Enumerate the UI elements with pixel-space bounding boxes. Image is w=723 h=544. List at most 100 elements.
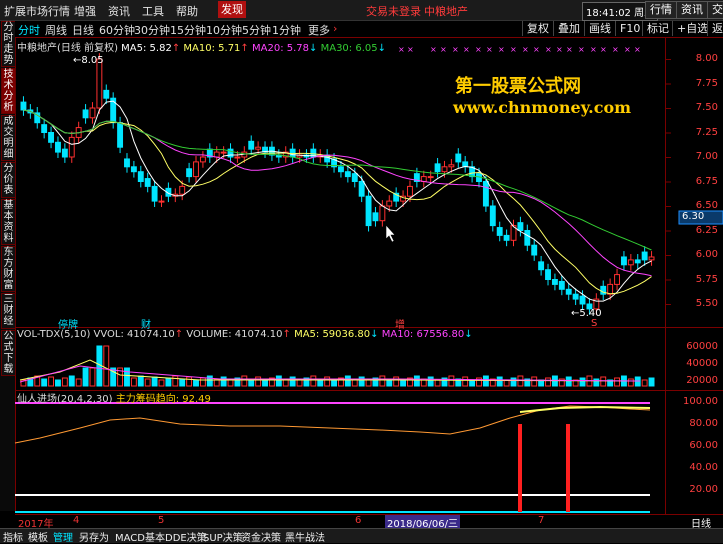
- candle-body: [524, 230, 531, 246]
- volume-bar: [545, 377, 551, 387]
- x-marker: ×: [634, 45, 641, 54]
- sell-signal-marker: S: [591, 318, 598, 329]
- candle-body: [213, 151, 220, 158]
- candle-body: [634, 259, 641, 264]
- x-marker: ×: [556, 45, 563, 54]
- x-marker: ×: [612, 45, 619, 54]
- candle-body: [572, 293, 579, 300]
- x-marker: ×: [440, 45, 447, 54]
- candle-body: [48, 132, 55, 143]
- volume-bar: [648, 377, 655, 387]
- volume-bar: [68, 375, 75, 387]
- indicator-legend: 仙人进场(20,4,2,30) 主力筹码趋向: 92.49: [17, 390, 211, 405]
- volume-bar: [275, 375, 282, 387]
- candle-body: [255, 146, 262, 150]
- volume-bar: [241, 375, 248, 387]
- x-marker: ×: [590, 45, 597, 54]
- candle-body: [55, 141, 61, 153]
- volume-bar: [89, 367, 96, 387]
- volume-bar: [220, 376, 227, 387]
- candle-body: [407, 185, 413, 197]
- price-tick-label: 6.50: [695, 200, 718, 211]
- indicator-bar: [566, 424, 570, 512]
- finance-marker[interactable]: 财: [141, 316, 151, 331]
- candle-body: [110, 97, 117, 124]
- candle-body: [441, 166, 448, 173]
- candle-body: [103, 89, 110, 99]
- x-marker: ×: [398, 45, 405, 54]
- candle-body: [517, 222, 524, 232]
- price-tick-label: 7.75: [695, 77, 718, 89]
- candle-body: [358, 181, 365, 197]
- watermark-title: 第一股票公式网: [455, 76, 581, 97]
- volume-bar: [124, 367, 130, 387]
- candle-body: [124, 158, 130, 168]
- volume-bar: [331, 379, 338, 387]
- indicator-bar: [518, 424, 522, 512]
- candle-body: [41, 124, 48, 134]
- candle-body: [503, 234, 510, 241]
- candle-body: [372, 212, 379, 222]
- candle-body: [455, 153, 462, 163]
- candle-body: [427, 176, 434, 179]
- volume-bar: [641, 379, 648, 387]
- volume-bar: [130, 377, 137, 387]
- candle-body: [365, 195, 372, 227]
- candle-body: [179, 185, 186, 195]
- ma10-value: MA10: 5.71: [183, 43, 241, 54]
- volume-bar: [496, 376, 503, 387]
- candle-body: [614, 274, 620, 285]
- volume-bar: [61, 377, 68, 387]
- volume-bar: [579, 377, 586, 387]
- candle-body: [61, 148, 68, 158]
- high-price-label: ←8.05: [73, 55, 104, 66]
- x-marker: ×: [578, 45, 585, 54]
- volume-bar: [427, 376, 434, 387]
- candle-body: [620, 256, 627, 266]
- x-marker: ×: [624, 45, 631, 54]
- x-marker: ×: [475, 45, 482, 54]
- volume-bar: [310, 375, 317, 387]
- indicator-tick-label: 60.00: [689, 440, 718, 451]
- candle-body: [545, 269, 551, 281]
- volume-bar: [365, 379, 372, 387]
- date-label: 4: [73, 515, 80, 526]
- volume-bar: [186, 376, 193, 387]
- candle-body: [538, 261, 545, 271]
- volume-bar: [255, 376, 262, 387]
- volume-bar: [634, 376, 641, 387]
- volume-bar: [137, 375, 144, 387]
- volume-bar: [158, 379, 165, 387]
- volume-bar: [462, 376, 469, 387]
- watermark-url: www.chnmoney.com: [453, 98, 632, 117]
- volume-bar: [393, 376, 400, 387]
- volume-bar: [593, 378, 600, 387]
- candle-body: [193, 161, 199, 178]
- kline-chart[interactable]: × × × × × × × × × × × × × × × × × × × × ×: [0, 0, 723, 542]
- volume-bar: [344, 375, 351, 387]
- increase-marker[interactable]: 增: [395, 316, 405, 331]
- candle-body: [96, 58, 103, 109]
- vol-legend-title: VOL-TDX(5,10): [17, 329, 91, 340]
- indicator-tick-label: 100.00: [683, 396, 718, 407]
- volume-bar: [289, 376, 296, 387]
- volume-bar: [199, 377, 206, 387]
- volume-value: VOLUME: 41074.10: [186, 329, 283, 340]
- volume-bar: [55, 379, 61, 387]
- x-marker: ×: [486, 45, 493, 54]
- candle-body: [248, 140, 255, 150]
- volume-bar: [144, 378, 151, 387]
- halt-marker[interactable]: 停牌: [58, 316, 78, 331]
- date-axis: 2017年 4 5 6 2018/06/06/三 7 日线: [15, 514, 723, 530]
- volume-bar: [358, 376, 365, 387]
- volume-bar: [600, 376, 607, 387]
- x-marker: ×: [545, 45, 552, 54]
- candle-body: [199, 156, 206, 163]
- volume-bar: [379, 375, 386, 387]
- price-tick-label: 5.75: [695, 273, 718, 285]
- volume-bar: [400, 379, 407, 387]
- candle-body: [82, 109, 89, 119]
- volume-bar: [531, 376, 538, 387]
- ma20-value: MA20: 5.78: [252, 43, 310, 54]
- candle-body: [117, 122, 124, 148]
